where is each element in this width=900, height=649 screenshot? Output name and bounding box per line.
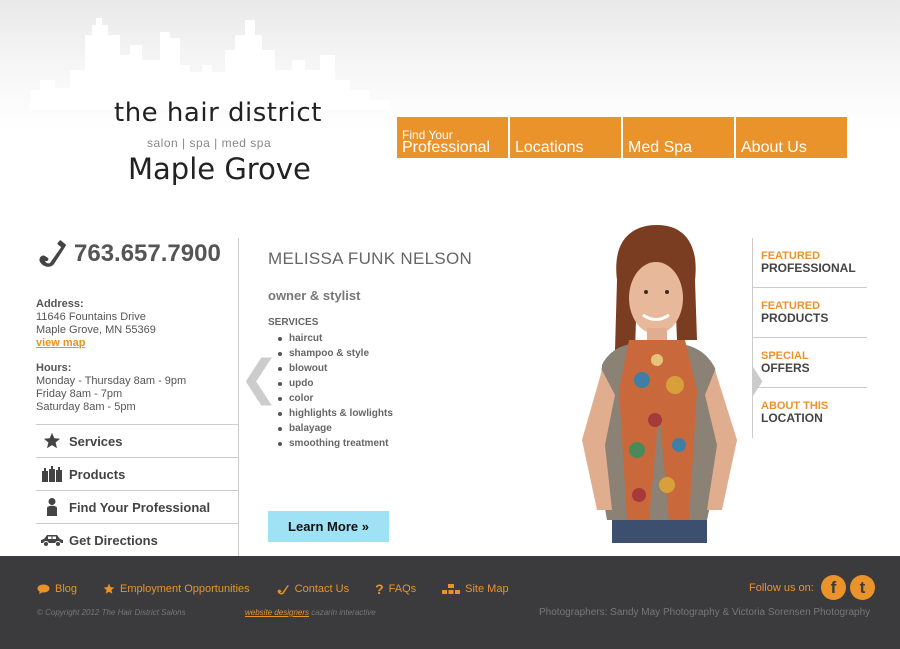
main-nav: Find Your Professional Locations Med Spa…: [397, 117, 847, 158]
list-item: highlights & lowlights: [278, 406, 393, 421]
right-menu-bottom: PROFESSIONAL: [761, 261, 856, 275]
question-icon: ?: [375, 581, 384, 597]
nav-about-us[interactable]: About Us: [736, 117, 847, 158]
left-menu: Services Products Find Your Professional…: [36, 424, 238, 557]
facebook-icon[interactable]: f: [821, 575, 846, 600]
logo-title[interactable]: the hair district: [114, 98, 322, 128]
nav-item-label: Professional: [402, 139, 491, 156]
left-menu-products[interactable]: Products: [36, 458, 238, 491]
right-menu-featured-products[interactable]: FEATURED PRODUCTS: [753, 288, 867, 338]
logo-subtitle: salon | spa | med spa: [147, 136, 272, 150]
nav-item-label: Locations: [515, 139, 584, 156]
right-menu-bottom: LOCATION: [761, 411, 823, 425]
right-menu-special-offers[interactable]: SPECIAL OFFERS: [753, 338, 867, 388]
designers-name: cazarin interactive: [309, 608, 376, 617]
hours-line: Saturday 8am - 5pm: [36, 401, 136, 413]
person-icon: [39, 497, 65, 517]
city-skyline-graphic: [30, 18, 390, 110]
star-icon: [103, 583, 115, 595]
follow-us-label: Follow us on:: [749, 582, 814, 594]
sitemap-icon: [442, 584, 461, 594]
profile-name: MELISSA FUNK NELSON: [268, 249, 473, 268]
twitter-icon[interactable]: t: [850, 575, 875, 600]
list-item: color: [278, 391, 393, 406]
address-line-2: Maple Grove, MN 55369: [36, 324, 156, 336]
nav-locations[interactable]: Locations: [510, 117, 621, 158]
footer-link-employment[interactable]: Employment Opportunities: [103, 583, 250, 595]
view-map-link[interactable]: view map: [36, 337, 156, 350]
list-item: updo: [278, 376, 393, 391]
phone-icon: [276, 583, 290, 595]
nav-med-spa[interactable]: Med Spa: [623, 117, 734, 158]
right-menu-about-location[interactable]: ABOUT THIS LOCATION: [753, 388, 867, 438]
address-block: Address: 11646 Fountains Drive Maple Gro…: [36, 298, 156, 350]
right-menu-bottom: PRODUCTS: [761, 311, 829, 325]
bottles-icon: [39, 464, 65, 484]
footer: Blog Employment Opportunities Contact Us…: [0, 556, 900, 649]
services-list: haircut shampoo & style blowout updo col…: [278, 331, 393, 451]
chat-icon: [37, 584, 50, 594]
photographers-credit: Photographers: Sandy May Photography & V…: [539, 607, 871, 618]
list-item: blowout: [278, 361, 393, 376]
left-menu-get-directions[interactable]: Get Directions: [36, 524, 238, 557]
footer-link-label: Site Map: [465, 583, 509, 595]
copyright: © Copyright 2012 The Hair District Salon…: [37, 608, 186, 617]
footer-link-blog[interactable]: Blog: [37, 583, 77, 595]
nav-item-label: About Us: [741, 139, 807, 156]
phone-row: 763.657.7900: [36, 240, 221, 268]
hours-line: Friday 8am - 7pm: [36, 388, 123, 400]
right-menu: FEATURED PROFESSIONAL FEATURED PRODUCTS …: [752, 238, 867, 438]
car-icon: [39, 530, 65, 550]
stylist-photo: [557, 220, 752, 543]
footer-link-label: Employment Opportunities: [120, 583, 250, 595]
footer-links: Blog Employment Opportunities Contact Us…: [37, 581, 535, 597]
address-label: Address:: [36, 298, 84, 310]
phone-number[interactable]: 763.657.7900: [74, 240, 221, 268]
left-menu-services[interactable]: Services: [36, 425, 238, 458]
profile-role: owner & stylist: [268, 288, 361, 303]
hours-block: Hours: Monday - Thursday 8am - 9pm Frida…: [36, 362, 186, 414]
nav-item-label: Med Spa: [628, 139, 693, 156]
left-menu-find-professional[interactable]: Find Your Professional: [36, 491, 238, 524]
nav-find-professional[interactable]: Find Your Professional: [397, 117, 508, 158]
learn-more-button[interactable]: Learn More »: [268, 511, 389, 542]
left-menu-label: Products: [69, 466, 126, 482]
star-icon: [39, 431, 65, 451]
logo-city: Maple Grove: [128, 152, 311, 186]
left-menu-label: Services: [69, 433, 123, 449]
right-menu-featured-professional[interactable]: FEATURED PROFESSIONAL: [753, 238, 867, 288]
hours-label: Hours:: [36, 362, 72, 374]
left-menu-label: Find Your Professional: [69, 499, 211, 515]
list-item: haircut: [278, 331, 393, 346]
list-item: balayage: [278, 421, 393, 436]
header: the hair district salon | spa | med spa …: [0, 0, 900, 230]
phone-icon: [39, 240, 66, 267]
hours-line: Monday - Thursday 8am - 9pm: [36, 375, 187, 387]
list-item: smoothing treatment: [278, 436, 393, 451]
services-label: SERVICES: [268, 317, 319, 328]
designers-credit: website designers cazarin interactive: [245, 608, 376, 617]
left-menu-label: Get Directions: [69, 532, 158, 548]
right-menu-bottom: OFFERS: [761, 361, 810, 375]
prev-arrow[interactable]: ❮: [239, 355, 279, 403]
footer-link-sitemap[interactable]: Site Map: [442, 583, 509, 595]
designers-link[interactable]: website designers: [245, 608, 309, 617]
footer-link-contact[interactable]: Contact Us: [276, 583, 349, 595]
list-item: shampoo & style: [278, 346, 393, 361]
footer-link-label: FAQs: [388, 583, 417, 595]
footer-link-faqs[interactable]: ? FAQs: [375, 581, 416, 597]
footer-link-label: Contact Us: [294, 583, 350, 595]
footer-link-label: Blog: [55, 583, 78, 595]
address-line-1: 11646 Fountains Drive: [36, 311, 146, 323]
